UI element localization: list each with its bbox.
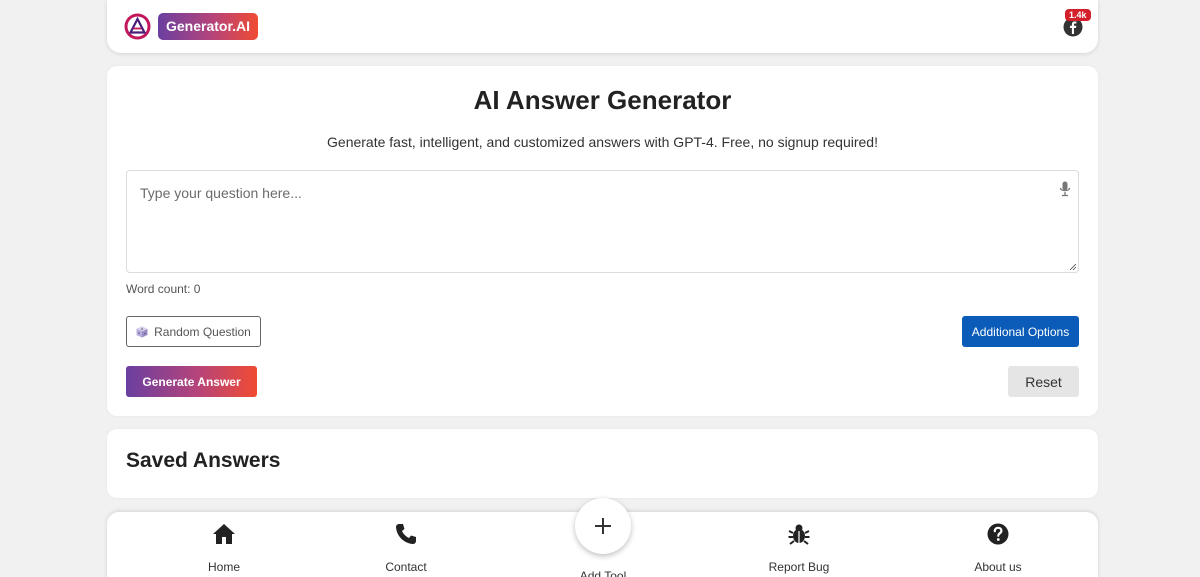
word-count: Word count: 0 bbox=[126, 282, 201, 296]
top-header: Generator.AI 1.4k bbox=[107, 0, 1098, 53]
home-icon bbox=[213, 524, 235, 544]
page-subtitle: Generate fast, intelligent, and customiz… bbox=[327, 134, 878, 150]
nav-report-bug-label: Report Bug bbox=[768, 560, 830, 574]
brand-logo[interactable]: Generator.AI bbox=[158, 13, 259, 40]
page-title: AI Answer Generator bbox=[473, 85, 732, 115]
nav-home[interactable]: Home bbox=[164, 522, 284, 574]
question-input[interactable] bbox=[126, 170, 1079, 273]
question-icon bbox=[987, 523, 1009, 545]
generator-card: AI Answer Generator Generate fast, intel… bbox=[107, 66, 1098, 416]
plus-icon bbox=[595, 518, 611, 534]
nav-contact[interactable]: Contact bbox=[346, 522, 466, 574]
saved-answers-title: Saved Answers bbox=[126, 449, 281, 472]
phone-icon bbox=[396, 524, 416, 544]
resize-handle-icon[interactable] bbox=[1070, 264, 1076, 270]
reset-button[interactable]: Reset bbox=[1008, 366, 1079, 397]
microphone-icon[interactable] bbox=[1059, 181, 1071, 197]
additional-options-button[interactable]: Additional Options bbox=[962, 316, 1079, 347]
nav-about-label: About us bbox=[974, 560, 1022, 574]
bug-icon bbox=[788, 524, 810, 545]
nav-about[interactable]: About us bbox=[938, 522, 1058, 574]
add-tool-label: Add Tool bbox=[579, 569, 627, 577]
nav-report-bug[interactable]: Report Bug bbox=[739, 522, 859, 574]
generate-answer-button[interactable]: Generate Answer bbox=[126, 366, 257, 397]
random-question-label: Random Question bbox=[154, 324, 251, 339]
random-question-button[interactable]: Random Question bbox=[126, 316, 261, 347]
nav-contact-label: Contact bbox=[385, 560, 427, 574]
dice-icon bbox=[136, 326, 148, 337]
share-count-badge: 1.4k bbox=[1065, 9, 1091, 21]
saved-answers-card: Saved Answers bbox=[107, 429, 1098, 498]
triangle-logo-icon[interactable] bbox=[124, 13, 151, 40]
add-tool-button[interactable] bbox=[575, 498, 631, 554]
nav-home-label: Home bbox=[207, 560, 240, 574]
